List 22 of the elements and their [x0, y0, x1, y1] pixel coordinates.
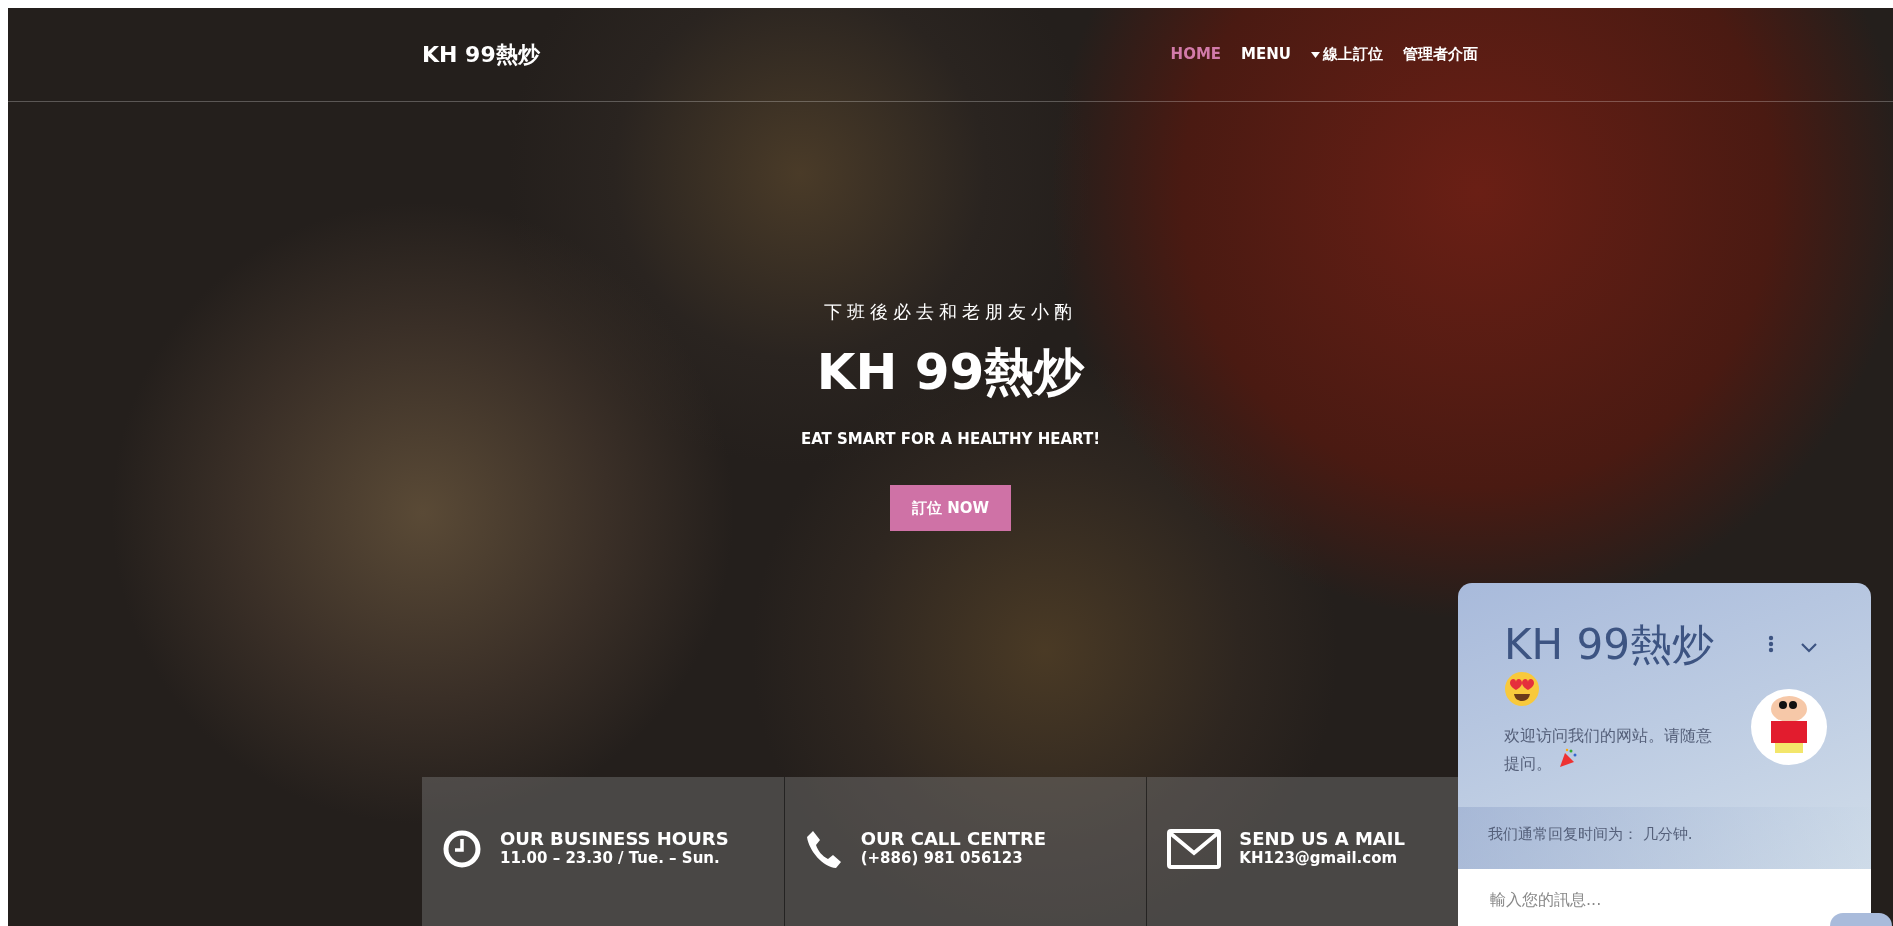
info-title: OUR CALL CENTRE — [860, 829, 1047, 849]
chat-greeting: 欢迎访问我们的网站。请随意提问。 — [1504, 725, 1713, 776]
nav-link[interactable]: MENU — [1231, 43, 1301, 66]
nav-link[interactable]: 線上訂位 — [1301, 43, 1393, 66]
info-title: OUR BUSINESS HOURS — [500, 829, 729, 849]
heart-eyes-emoji-icon — [1504, 671, 1540, 708]
hero-title: KH 99熱炒 — [815, 342, 1086, 403]
nav-link[interactable]: 管理者介面 — [1393, 43, 1488, 66]
nav-link[interactable]: HOME — [1160, 43, 1232, 66]
chat-title: KH 99熱炒 — [1504, 623, 1714, 668]
hero-tagline: EAT SMART FOR A HEALTHY HEART! — [799, 429, 1102, 450]
info-title: SEND US A MAIL — [1239, 829, 1405, 849]
mail-icon — [1167, 829, 1222, 869]
caret-icon — [1311, 51, 1320, 58]
info-detail: (+886) 981 056123 — [860, 848, 1024, 867]
brand-logo[interactable]: KH 99熱炒 — [422, 38, 540, 71]
clock-icon — [442, 829, 482, 869]
info-detail: 11.00 – 23.30 / Tue. – Sun. — [500, 848, 721, 867]
phone-icon — [804, 829, 843, 871]
hero-subtitle: 下班後必去和老朋友小酌 — [823, 300, 1078, 324]
info-detail: KH123@gmail.com — [1239, 848, 1399, 867]
send-button[interactable] — [1830, 913, 1892, 926]
